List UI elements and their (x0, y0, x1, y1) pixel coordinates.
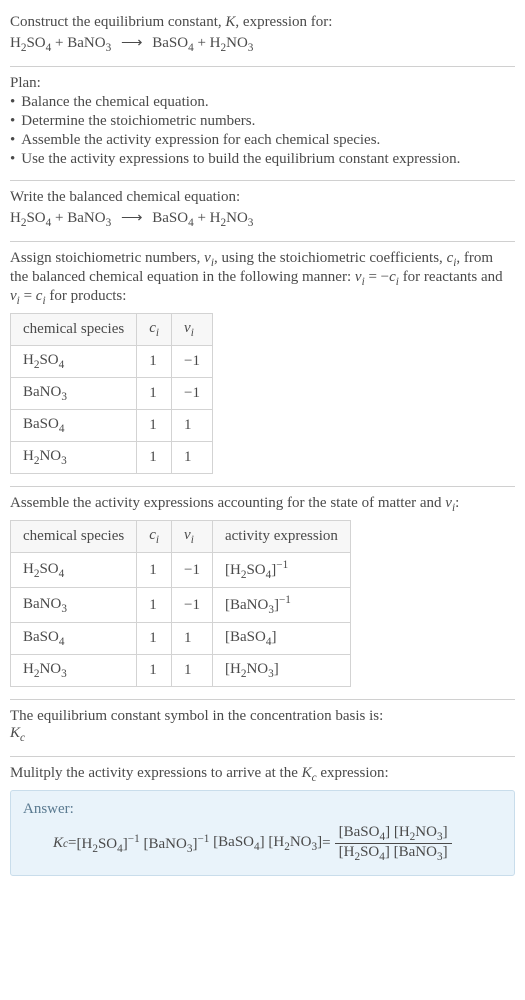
col-activity: activity expression (212, 521, 350, 553)
divider (10, 180, 515, 181)
answer-label: Answer: (23, 801, 502, 818)
k-symbol: K (225, 14, 235, 30)
fraction-numerator: [BaSO4] [H2NO3] (335, 824, 452, 843)
table-header-row: chemical species ci νi activity expressi… (11, 521, 351, 553)
intro-text-a: Construct the equilibrium constant, (10, 14, 225, 30)
answer-box: Answer: Kc = [H2SO4]−1 [BaNO3]−1 [BaSO4]… (10, 790, 515, 876)
cell-c: 1 (137, 442, 172, 474)
bullet-icon: • (10, 132, 15, 149)
stoichiometry-table: chemical species ci νi H2SO41−1 BaNO31−1… (10, 313, 213, 474)
cell-activity: [BaSO4] (212, 623, 350, 655)
cell-activity: [H2SO4]−1 (212, 553, 350, 588)
assign-text: Assign stoichiometric numbers, νi, using… (10, 250, 515, 307)
cell-species: BaNO3 (11, 378, 137, 410)
arrow-icon: ⟶ (121, 33, 143, 52)
cell-c: 1 (137, 623, 172, 655)
cell-nu: −1 (172, 588, 213, 623)
table-row: BaNO31−1 (11, 378, 213, 410)
symbol-text: The equilibrium constant symbol in the c… (10, 708, 515, 725)
plan-item-text: Determine the stoichiometric numbers. (21, 113, 255, 130)
divider (10, 756, 515, 757)
divider (10, 66, 515, 67)
fraction: [BaSO4] [H2NO3] [H2SO4] [BaNO3] (335, 824, 452, 863)
arrow-icon: ⟶ (121, 208, 143, 227)
col-nui: νi (172, 521, 213, 553)
intro-equation: H2SO4 + BaNO3 ⟶ BaSO4 + H2NO3 (10, 33, 515, 54)
symbol-section: The equilibrium constant symbol in the c… (10, 702, 515, 754)
cell-species: BaSO4 (11, 410, 137, 442)
plan-item-text: Balance the chemical equation. (21, 94, 208, 111)
col-nui: νi (172, 314, 213, 346)
cell-nu: −1 (172, 378, 213, 410)
col-ci: ci (137, 314, 172, 346)
cell-c: 1 (137, 410, 172, 442)
table-header-row: chemical species ci νi (11, 314, 213, 346)
cell-species: H2SO4 (11, 553, 137, 588)
bullet-icon: • (10, 94, 15, 111)
intro-text: Construct the equilibrium constant, K, e… (10, 14, 515, 31)
table-row: BaSO411 (11, 410, 213, 442)
plan-heading: Plan: (10, 75, 515, 92)
kc-symbol: Kc (10, 725, 515, 744)
divider (10, 486, 515, 487)
cell-nu: −1 (172, 346, 213, 378)
divider (10, 241, 515, 242)
cell-species: H2NO3 (11, 655, 137, 687)
plan-item-text: Use the activity expressions to build th… (21, 151, 460, 168)
col-ci: ci (137, 521, 172, 553)
col-species: chemical species (11, 314, 137, 346)
table-row: BaSO411[BaSO4] (11, 623, 351, 655)
cell-nu: 1 (172, 655, 213, 687)
cell-species: H2SO4 (11, 346, 137, 378)
multiply-section: Mulitply the activity expressions to arr… (10, 759, 515, 886)
cell-activity: [H2NO3] (212, 655, 350, 687)
cell-species: H2NO3 (11, 442, 137, 474)
table-row: H2NO311[H2NO3] (11, 655, 351, 687)
balanced-equation: H2SO4 + BaNO3 ⟶ BaSO4 + H2NO3 (10, 208, 515, 229)
cell-nu: −1 (172, 553, 213, 588)
balanced-heading: Write the balanced chemical equation: (10, 189, 515, 206)
table-row: H2NO311 (11, 442, 213, 474)
assign-section: Assign stoichiometric numbers, νi, using… (10, 244, 515, 484)
plan-section: Plan: • Balance the chemical equation. • D… (10, 69, 515, 178)
intro-text-b: , expression for: (235, 14, 332, 30)
cell-c: 1 (137, 588, 172, 623)
plan-item: • Balance the chemical equation. (10, 94, 515, 111)
plan-item-text: Assemble the activity expression for eac… (21, 132, 380, 149)
plan-item: • Use the activity expressions to build t… (10, 151, 515, 168)
bullet-icon: • (10, 151, 15, 168)
multiply-text: Mulitply the activity expressions to arr… (10, 765, 515, 784)
table-row: BaNO31−1[BaNO3]−1 (11, 588, 351, 623)
cell-species: BaNO3 (11, 588, 137, 623)
intro-section: Construct the equilibrium constant, K, e… (10, 8, 515, 64)
cell-c: 1 (137, 655, 172, 687)
cell-nu: 1 (172, 442, 213, 474)
fraction-denominator: [H2SO4] [BaNO3] (335, 843, 452, 863)
cell-c: 1 (137, 553, 172, 588)
cell-nu: 1 (172, 623, 213, 655)
plan-list: • Balance the chemical equation. • Determi… (10, 94, 515, 168)
activity-heading: Assemble the activity expressions accoun… (10, 495, 515, 514)
activity-section: Assemble the activity expressions accoun… (10, 489, 515, 697)
table-row: H2SO41−1 (11, 346, 213, 378)
cell-c: 1 (137, 378, 172, 410)
plan-item: • Assemble the activity expression for ea… (10, 132, 515, 149)
plan-item: • Determine the stoichiometric numbers. (10, 113, 515, 130)
col-species: chemical species (11, 521, 137, 553)
cell-nu: 1 (172, 410, 213, 442)
answer-equation: Kc = [H2SO4]−1 [BaNO3]−1 [BaSO4] [H2NO3]… (23, 824, 502, 863)
balanced-section: Write the balanced chemical equation: H2… (10, 183, 515, 239)
bullet-icon: • (10, 113, 15, 130)
activity-table: chemical species ci νi activity expressi… (10, 520, 351, 687)
cell-c: 1 (137, 346, 172, 378)
table-row: H2SO41−1[H2SO4]−1 (11, 553, 351, 588)
cell-activity: [BaNO3]−1 (212, 588, 350, 623)
divider (10, 699, 515, 700)
cell-species: BaSO4 (11, 623, 137, 655)
